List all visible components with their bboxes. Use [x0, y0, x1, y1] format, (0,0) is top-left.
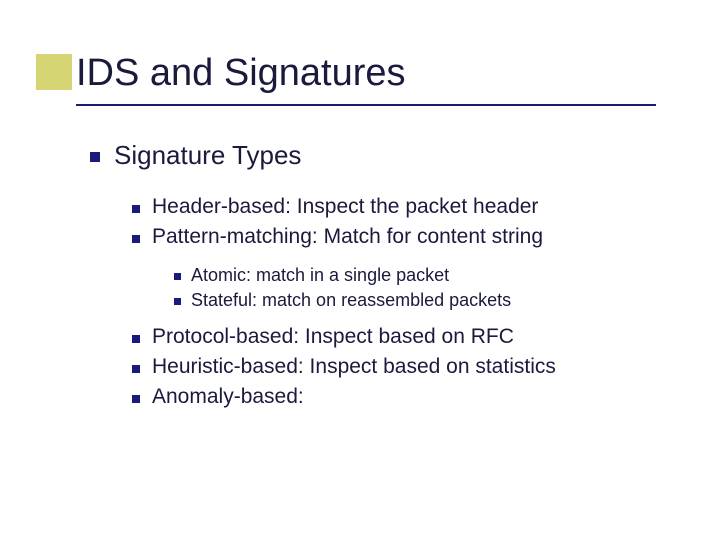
- square-bullet-icon: [132, 235, 140, 243]
- slide-content: Signature Types Header-based: Inspect th…: [90, 140, 670, 415]
- bullet-text: Protocol-based: Inspect based on RFC: [152, 325, 514, 349]
- square-bullet-icon: [132, 205, 140, 213]
- bullet-lvl3: Atomic: match in a single packet: [174, 265, 670, 286]
- bullet-lvl2: Heuristic-based: Inspect based on statis…: [132, 355, 670, 379]
- square-bullet-icon: [174, 298, 181, 305]
- square-bullet-icon: [132, 365, 140, 373]
- bullet-lvl3: Stateful: match on reassembled packets: [174, 290, 670, 311]
- bullet-text: Header-based: Inspect the packet header: [152, 195, 538, 219]
- square-bullet-icon: [90, 152, 100, 162]
- bullet-lvl2: Header-based: Inspect the packet header: [132, 195, 670, 219]
- bullet-lvl1: Signature Types: [90, 140, 670, 171]
- bullet-lvl2: Anomaly-based:: [132, 385, 670, 409]
- bullet-text: Heuristic-based: Inspect based on statis…: [152, 355, 556, 379]
- square-bullet-icon: [132, 395, 140, 403]
- bullet-text: Anomaly-based:: [152, 385, 304, 409]
- square-bullet-icon: [132, 335, 140, 343]
- title-underline: [76, 104, 656, 106]
- bullet-lvl2: Pattern-matching: Match for content stri…: [132, 225, 670, 249]
- bullet-text: Atomic: match in a single packet: [191, 265, 449, 286]
- accent-box: [36, 54, 72, 90]
- bullet-text: Stateful: match on reassembled packets: [191, 290, 511, 311]
- bullet-text: Pattern-matching: Match for content stri…: [152, 225, 543, 249]
- slide-title: IDS and Signatures: [76, 52, 406, 95]
- square-bullet-icon: [174, 273, 181, 280]
- bullet-text: Signature Types: [114, 140, 301, 171]
- bullet-lvl2: Protocol-based: Inspect based on RFC: [132, 325, 670, 349]
